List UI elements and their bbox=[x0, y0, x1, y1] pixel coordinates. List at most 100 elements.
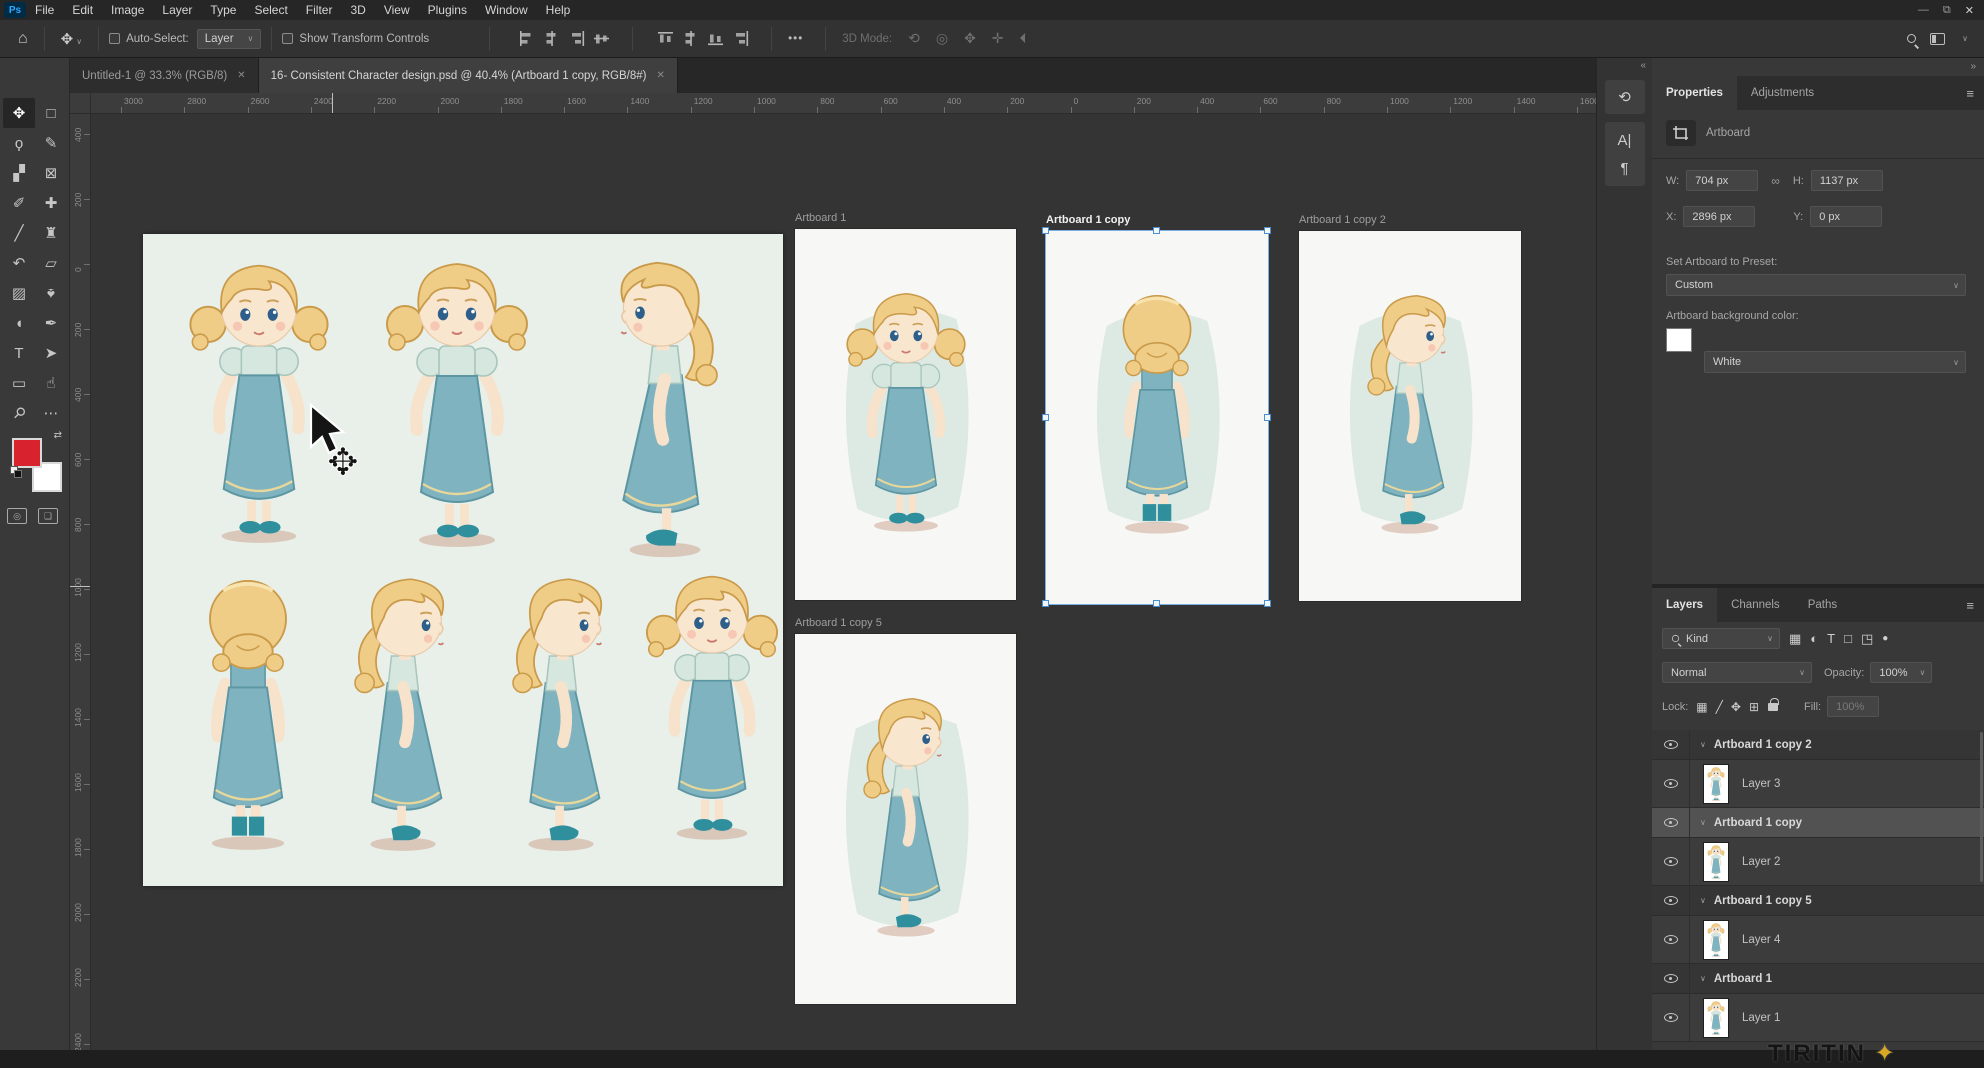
expand-chevron-icon[interactable]: ∨ bbox=[1700, 974, 1706, 983]
menu-3d[interactable]: 3D bbox=[341, 0, 374, 20]
layer-group-row[interactable]: ∨Artboard 1 copy bbox=[1652, 808, 1984, 838]
paragraph-panel-icon[interactable]: ¶ bbox=[1605, 154, 1645, 182]
artboard-canvas[interactable] bbox=[795, 229, 1016, 600]
visibility-toggle[interactable] bbox=[1652, 838, 1690, 885]
align-bottom-icon[interactable] bbox=[707, 31, 724, 46]
tab-channels[interactable]: Channels bbox=[1717, 588, 1794, 622]
preset-dropdown[interactable]: Custom∨ bbox=[1666, 274, 1966, 296]
align-middle-icon[interactable] bbox=[593, 31, 610, 46]
ruler-vertical[interactable]: 4002000200400600800100012001400160018002… bbox=[70, 114, 91, 1050]
clone-stamp-tool[interactable]: ♜ bbox=[35, 218, 67, 248]
height-field[interactable]: 1137 px bbox=[1811, 170, 1883, 191]
menu-image[interactable]: Image bbox=[102, 0, 153, 20]
align-right-icon[interactable] bbox=[568, 31, 585, 46]
frame-tool[interactable]: ⊠ bbox=[35, 158, 67, 188]
transform-handle[interactable] bbox=[1153, 227, 1160, 234]
opacity-dropdown[interactable]: 100%∨ bbox=[1870, 662, 1932, 683]
path-selection-tool[interactable]: ➤ bbox=[35, 338, 67, 368]
dodge-tool[interactable]: ◖ bbox=[3, 308, 35, 338]
history-panel-icon[interactable]: ⟲ bbox=[1605, 80, 1645, 114]
history-brush-tool[interactable]: ↶ bbox=[3, 248, 35, 278]
lock-paint-icon[interactable]: ╱ bbox=[1716, 700, 1723, 714]
transform-handle[interactable] bbox=[1264, 414, 1271, 421]
hand-tool[interactable]: ☝ bbox=[35, 368, 67, 398]
type-tool[interactable]: T bbox=[3, 338, 35, 368]
tab-properties[interactable]: Properties bbox=[1652, 76, 1737, 110]
close-button[interactable]: ✕ bbox=[1965, 4, 1974, 17]
layer-row[interactable]: Layer 3 bbox=[1652, 760, 1984, 808]
artboard-canvas[interactable] bbox=[1046, 231, 1268, 604]
close-tab-icon[interactable]: ✕ bbox=[656, 70, 664, 81]
crop-tool[interactable]: ▞ bbox=[3, 158, 35, 188]
filter-pixel-layers-icon[interactable]: ▦ bbox=[1789, 631, 1801, 647]
lasso-tool[interactable]: ϙ bbox=[3, 128, 35, 158]
character-sheet-image[interactable] bbox=[143, 234, 783, 886]
close-tab-icon[interactable]: ✕ bbox=[237, 70, 245, 81]
artboard-bg-dropdown[interactable]: White∨ bbox=[1704, 351, 1966, 373]
document-tab-2[interactable]: 16- Consistent Character design.psd @ 40… bbox=[259, 58, 678, 93]
collapse-panels-icon[interactable]: « bbox=[1597, 58, 1652, 74]
filter-toggle-icon[interactable]: ● bbox=[1882, 633, 1888, 644]
search-icon[interactable] bbox=[1907, 34, 1916, 43]
layer-thumbnail[interactable] bbox=[1704, 765, 1728, 803]
menu-view[interactable]: View bbox=[375, 0, 419, 20]
default-colors-icon[interactable] bbox=[10, 466, 23, 479]
expand-chevron-icon[interactable]: ∨ bbox=[1700, 818, 1706, 827]
menu-type[interactable]: Type bbox=[201, 0, 245, 20]
panel-menu-icon[interactable]: ≡ bbox=[1956, 588, 1984, 622]
artboard-canvas[interactable] bbox=[1299, 231, 1521, 601]
layer-thumbnail[interactable] bbox=[1704, 843, 1728, 881]
distribute-v-icon[interactable] bbox=[732, 31, 749, 46]
layer-row[interactable]: Layer 2 bbox=[1652, 838, 1984, 886]
layer-thumbnail[interactable] bbox=[1704, 999, 1728, 1037]
width-field[interactable]: 704 px bbox=[1686, 170, 1758, 191]
menu-edit[interactable]: Edit bbox=[63, 0, 102, 20]
artboard-name-label[interactable]: Artboard 1 copy bbox=[1046, 214, 1130, 226]
blend-mode-dropdown[interactable]: Normal∨ bbox=[1662, 662, 1812, 683]
home-icon[interactable]: ⌂ bbox=[12, 28, 34, 50]
brush-tool[interactable]: ╱ bbox=[3, 218, 35, 248]
more-tools[interactable]: ⋯ bbox=[35, 398, 67, 428]
filter-smart-objects-icon[interactable]: ◳ bbox=[1861, 631, 1873, 647]
gradient-tool[interactable]: ▨ bbox=[3, 278, 35, 308]
layer-group-row[interactable]: ∨Artboard 1 copy 5 bbox=[1652, 886, 1984, 916]
marquee-tool[interactable]: □ bbox=[35, 98, 67, 128]
menu-file[interactable]: File bbox=[26, 0, 63, 20]
show-transform-checkbox[interactable] bbox=[282, 33, 293, 44]
lock-artboard-icon[interactable]: ⊞ bbox=[1749, 700, 1759, 714]
tab-layers[interactable]: Layers bbox=[1652, 588, 1717, 622]
link-dimensions-icon[interactable]: ∞ bbox=[1771, 174, 1780, 188]
visibility-toggle[interactable] bbox=[1652, 994, 1690, 1041]
x-field[interactable]: 2896 px bbox=[1683, 206, 1755, 227]
menu-help[interactable]: Help bbox=[537, 0, 580, 20]
menu-select[interactable]: Select bbox=[245, 0, 296, 20]
auto-select-checkbox[interactable] bbox=[109, 33, 120, 44]
tab-paths[interactable]: Paths bbox=[1794, 588, 1851, 622]
layer-thumbnail[interactable] bbox=[1704, 921, 1728, 959]
character-panel-icon[interactable]: A| bbox=[1605, 126, 1645, 154]
quick-mask-button[interactable]: ◎ bbox=[7, 508, 27, 524]
healing-brush-tool[interactable]: ✚ bbox=[35, 188, 67, 218]
align-left-icon[interactable] bbox=[518, 31, 535, 46]
transform-handle[interactable] bbox=[1042, 414, 1049, 421]
visibility-toggle[interactable] bbox=[1652, 964, 1690, 993]
artboard-name-label[interactable]: Artboard 1 copy 2 bbox=[1299, 214, 1386, 226]
ruler-horizontal[interactable]: 3000280026002400220020001800160014001200… bbox=[91, 93, 1596, 114]
transform-handle[interactable] bbox=[1042, 227, 1049, 234]
zoom-tool[interactable]: ⚲ bbox=[3, 398, 35, 428]
lock-all-icon[interactable] bbox=[1768, 703, 1778, 711]
more-options-icon[interactable]: ••• bbox=[788, 33, 803, 45]
eyedropper-tool[interactable]: ✐ bbox=[3, 188, 35, 218]
menu-filter[interactable]: Filter bbox=[297, 0, 342, 20]
share-button[interactable]: ⧉ bbox=[1943, 4, 1951, 17]
workspace-switcher-icon[interactable] bbox=[1930, 33, 1945, 45]
align-top-icon[interactable] bbox=[657, 31, 674, 46]
filter-shape-layers-icon[interactable]: □ bbox=[1844, 631, 1852, 646]
rectangle-tool[interactable]: ▭ bbox=[3, 368, 35, 398]
screen-mode-button[interactable]: ❏ bbox=[38, 508, 58, 524]
foreground-color-swatch[interactable] bbox=[12, 438, 42, 468]
lock-transparency-icon[interactable]: ▦ bbox=[1696, 700, 1707, 714]
layer-row[interactable]: Layer 4 bbox=[1652, 916, 1984, 964]
y-field[interactable]: 0 px bbox=[1810, 206, 1882, 227]
layer-group-row[interactable]: ∨Artboard 1 bbox=[1652, 964, 1984, 994]
